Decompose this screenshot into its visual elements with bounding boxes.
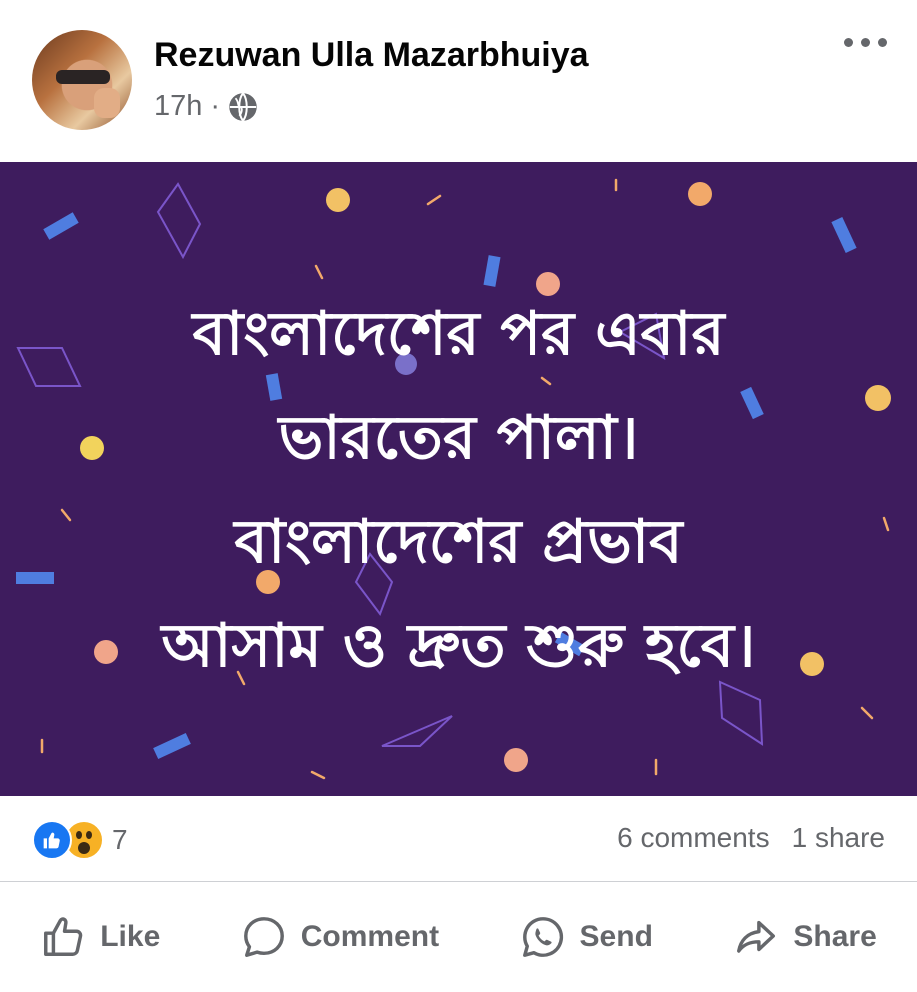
avatar[interactable] <box>32 30 132 130</box>
sunglasses-shape <box>56 70 110 84</box>
post-header: Rezuwan Ulla Mazarbhuiya 17h · <box>0 0 917 162</box>
post-text-line: ভারতের পালা। <box>278 403 639 473</box>
like-reaction-icon <box>32 820 72 860</box>
thumbs-up-icon <box>44 917 83 956</box>
engagement-counts: 6 comments 1 share <box>617 822 885 854</box>
like-button[interactable]: Like <box>40 914 160 960</box>
post-meta: 17h · <box>154 90 258 123</box>
send-label: Send <box>579 920 653 953</box>
send-button[interactable]: Send <box>520 914 653 960</box>
like-label: Like <box>100 920 161 953</box>
post-image-text: বাংলাদেশের পর এবার ভারতের পালা। বাংলাদেশ… <box>0 282 917 698</box>
more-options-icon[interactable] <box>844 38 887 47</box>
comment-button[interactable]: Comment <box>241 914 439 960</box>
comment-label: Comment <box>300 920 440 953</box>
whatsapp-icon <box>522 917 563 957</box>
post-stats: 7 6 comments 1 share <box>0 796 917 882</box>
post-text-line: বাংলাদেশের প্রভাব <box>234 507 683 577</box>
reaction-count: 7 <box>112 824 128 855</box>
reactions-summary[interactable]: 7 <box>32 820 128 860</box>
post-image[interactable]: বাংলাদেশের পর এবার ভারতের পালা। বাংলাদেশ… <box>0 162 917 796</box>
author-name[interactable]: Rezuwan Ulla Mazarbhuiya <box>154 36 589 75</box>
post-text-line: বাংলাদেশের পর এবার <box>192 299 725 369</box>
comments-count[interactable]: 6 comments <box>617 822 770 854</box>
meta-separator: · <box>210 90 221 122</box>
share-button[interactable]: Share <box>733 914 877 960</box>
share-arrow-icon <box>737 920 776 953</box>
comment-bubble-icon <box>243 917 284 957</box>
globe-icon <box>229 92 257 121</box>
post-text-line: আসাম ও দ্রুত শুরু হবে। <box>161 611 756 681</box>
shares-count[interactable]: 1 share <box>792 822 885 854</box>
post-actions: Like Comment Send Share <box>0 882 917 992</box>
hand-shape <box>94 88 120 118</box>
share-label: Share <box>793 920 877 953</box>
post-time[interactable]: 17h <box>154 90 202 123</box>
